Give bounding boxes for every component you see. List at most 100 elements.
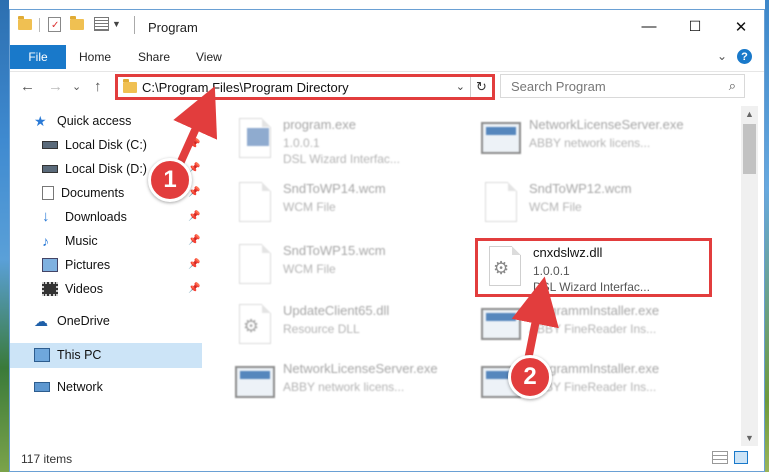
sidebar-item-label: Pictures [65,258,111,272]
callout-badge-2: 2 [508,355,552,399]
file-icon [233,180,277,224]
window-title: Program [148,20,198,35]
app-window-icon [233,360,277,404]
videos-icon [42,282,58,296]
address-path[interactable]: C:\Program Files\Program Directory [142,80,349,95]
back-button[interactable]: ← [20,78,35,95]
pin-icon[interactable]: 📌 [188,211,200,222]
title-bar: ✓ ▼ Program — ☐ ✕ [10,10,764,45]
desktop-wallpaper-left [0,0,9,472]
sidebar-item-onedrive[interactable]: ☁ OneDrive [34,310,110,332]
file-item[interactable]: ProgrammInstaller.exe ABBY FineReader In… [479,298,719,354]
sidebar-item-this-pc[interactable]: This PC [34,344,101,366]
download-icon: ↓ [42,208,50,225]
forward-button[interactable]: → [48,78,63,95]
maximize-button[interactable]: ☐ [672,10,718,43]
sidebar-item-label: This PC [57,348,102,362]
tab-share[interactable]: Share [138,50,170,64]
tab-file[interactable]: File [10,45,66,69]
file-item[interactable]: SndToWP14.wcm WCM File [233,176,473,232]
ribbon-tabs: File Home Share View ⌄ ? [10,45,764,71]
sidebar-item-label: Music [65,234,98,248]
exe-icon [233,116,277,160]
sidebar-item-label: Network [57,380,103,394]
desktop-wallpaper-right [765,0,769,472]
navigation-pane: ★ Quick access Local Disk (C:) 📌 Local D… [10,106,205,446]
music-icon: ♪ [42,233,49,249]
file-explorer-window: ✓ ▼ Program — ☐ ✕ File Home Share View ⌄… [9,9,765,472]
search-icon[interactable]: ⌕ [729,78,736,94]
search-box[interactable]: Search Program ⌕ [500,74,745,98]
file-item[interactable]: NetworkLicenseServer.exe ABBY network li… [233,356,473,412]
search-input[interactable]: Search Program [511,79,606,94]
sidebar-item-local-disk-c[interactable]: Local Disk (C:) [42,134,147,156]
address-bar[interactable]: C:\Program Files\Program Directory ⌄ ↻ [115,74,495,100]
dll-gear-icon: ⚙ [233,302,277,346]
pin-icon[interactable]: 📌 [188,235,200,246]
scroll-down-icon[interactable]: ▼ [745,433,754,443]
minimize-button[interactable]: — [626,10,672,43]
file-item[interactable]: SndToWP15.wcm WCM File [233,238,473,294]
customize-toolbar-icon[interactable] [94,17,109,31]
status-bar: 117 items [10,446,764,472]
properties-icon[interactable]: ✓ [48,17,61,32]
file-item[interactable]: program.exe 1.0.0.1 DSL Wizard Interfac.… [233,112,473,168]
expand-ribbon-icon[interactable]: ⌄ [717,49,727,63]
sidebar-item-local-disk-d[interactable]: Local Disk (D:) [42,158,147,180]
highlight-frame [475,238,712,297]
file-icon [479,180,523,224]
scroll-thumb[interactable] [743,124,756,174]
sidebar-item-documents[interactable]: Documents [42,182,124,204]
navigation-bar: ← → ⌄ ↑ C:\Program Files\Program Directo… [10,71,764,101]
close-button[interactable]: ✕ [718,10,764,43]
chevron-down-icon[interactable]: ▼ [112,19,121,29]
cloud-icon: ☁ [34,313,48,329]
app-window-icon [479,302,523,346]
drive-icon [42,165,58,173]
callout-badge-1: 1 [148,158,192,202]
details-view-icon[interactable] [712,451,728,464]
tab-home[interactable]: Home [79,50,111,64]
divider [39,18,40,32]
sidebar-item-label: Documents [61,186,125,200]
divider [134,16,135,34]
sidebar-item-videos[interactable]: Videos [42,278,103,300]
sidebar-item-label: OneDrive [57,314,110,328]
pin-icon[interactable]: 📌 [188,139,200,150]
sidebar-item-pictures[interactable]: Pictures [42,254,110,276]
sidebar-item-music[interactable]: ♪ Music [42,230,98,252]
new-folder-icon[interactable] [70,16,84,30]
pin-icon[interactable]: 📌 [188,259,200,270]
vertical-scrollbar[interactable]: ▲ ▼ [741,106,758,446]
sidebar-item-network[interactable]: Network [34,376,103,398]
pin-icon[interactable]: 📌 [188,283,200,294]
file-icon [233,242,277,286]
help-icon[interactable]: ? [737,49,752,64]
pictures-icon [42,258,58,272]
sidebar-item-label: Downloads [65,210,127,224]
app-window-icon [479,116,523,160]
folder-icon [18,16,32,30]
drive-icon [42,141,58,149]
documents-icon [42,186,54,200]
chevron-down-icon[interactable]: ⌄ [456,80,465,93]
refresh-button[interactable]: ↻ [470,77,492,97]
sidebar-item-label: Videos [65,282,103,296]
file-item[interactable]: NetworkLicenseServer.exe ABBY network li… [479,112,719,168]
computer-icon [34,348,50,362]
sidebar-item-quick-access[interactable]: ★ Quick access [34,110,131,132]
file-item[interactable]: SndToWP12.wcm WCM File [479,176,719,232]
up-button[interactable]: ↑ [94,78,102,95]
item-count: 117 items [21,452,73,466]
folder-icon [123,79,137,93]
network-icon [34,382,50,392]
tab-view[interactable]: View [196,50,222,64]
recent-locations-button[interactable]: ⌄ [72,80,81,93]
sidebar-item-label: Local Disk (C:) [65,138,147,152]
large-icons-view-icon[interactable] [734,451,748,464]
sidebar-item-label: Local Disk (D:) [65,162,147,176]
file-item[interactable]: ⚙ UpdateClient65.dll Resource DLL [233,298,473,354]
sidebar-item-downloads[interactable]: ↓ Downloads [42,206,127,228]
sidebar-item-label: Quick access [57,114,132,128]
scroll-up-icon[interactable]: ▲ [745,109,754,119]
